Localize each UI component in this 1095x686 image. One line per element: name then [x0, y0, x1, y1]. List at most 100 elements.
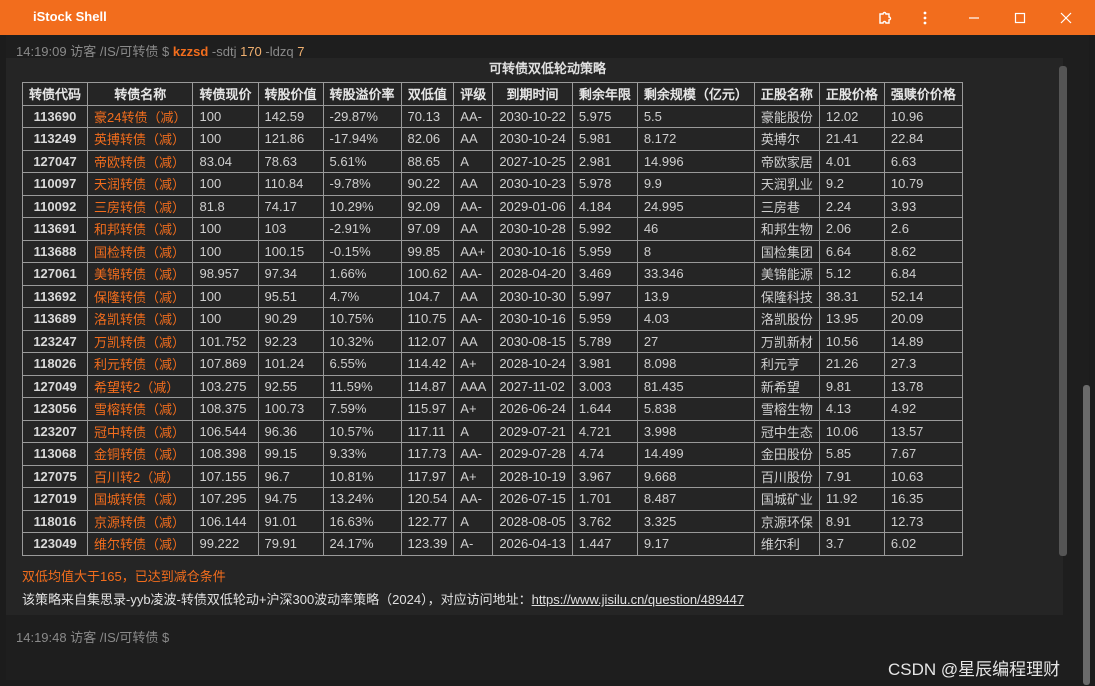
table-cell: 6.02 [883, 532, 963, 556]
table-cell: 74.17 [257, 194, 324, 218]
table-cell: 1.66% [322, 262, 402, 286]
table-cell: A [453, 149, 494, 173]
table-row: 113689 洛凯转债（减） 100 90.29 10.75% 110.75 AA- 2030… [21, 307, 963, 331]
source-link[interactable]: https://www.jisilu.cn/question/489447 [532, 592, 744, 607]
table-row: 127019 国城转债（减） 107.295 94.75 13.24% 120.54 AA-… [21, 487, 963, 511]
bond-code-cell: 113689 [21, 307, 89, 331]
table-cell: 100 [192, 172, 259, 196]
table-cell: 13.24% [322, 487, 402, 511]
table-cell: 90.22 [400, 172, 455, 196]
more-options-icon[interactable] [902, 0, 948, 35]
bond-name-cell: 国城转债（减） [87, 487, 194, 511]
table-cell: -0.15% [322, 239, 402, 263]
table-cell: 2030-10-30 [492, 284, 573, 308]
table-cell: 2030-10-23 [492, 172, 573, 196]
table-cell: 91.01 [257, 509, 324, 533]
bond-code-cell: 113249 [21, 127, 89, 151]
table-cell: 8.91 [818, 509, 885, 533]
table-cell: 洛凯股份 [753, 307, 820, 331]
table-cell: 帝欧家居 [753, 149, 820, 173]
column-header: 转债现价 [192, 82, 259, 106]
table-cell: 2030-10-22 [492, 104, 573, 128]
terminal-scrollbar-thumb[interactable] [1083, 385, 1090, 685]
table-cell: 92.23 [257, 329, 324, 353]
table-cell: AA- [453, 487, 494, 511]
table-cell: 2028-08-05 [492, 509, 573, 533]
command-value: 170 [240, 44, 262, 59]
table-cell: 4.92 [883, 397, 963, 421]
table-cell: 和邦生物 [753, 217, 820, 241]
bond-name-cell: 保隆转债（减） [87, 284, 194, 308]
table-cell: 103.275 [192, 374, 259, 398]
bond-name-cell: 三房转债（减） [87, 194, 194, 218]
table-cell: 5.975 [571, 104, 638, 128]
table-cell: 10.63 [883, 464, 963, 488]
column-header: 转股溢价率 [322, 82, 402, 106]
table-cell: 维尔利 [753, 532, 820, 556]
output-scrollbar[interactable] [1059, 66, 1067, 556]
bond-name-cell: 英搏转债（减） [87, 127, 194, 151]
table-cell: 2030-10-28 [492, 217, 573, 241]
table-cell: 114.87 [400, 374, 455, 398]
source-text: 该策略来自集思录-yyb凌波-转债双低轮动+沪深300波动率策略（2024），对… [22, 592, 532, 607]
command-line-2[interactable]: 14:19:48 访客 /IS/可转债 $ [16, 627, 169, 646]
table-cell: 9.668 [636, 464, 755, 488]
table-cell: 98.957 [192, 262, 259, 286]
table-cell: 90.29 [257, 307, 324, 331]
table-cell: 英搏尔 [753, 127, 820, 151]
table-cell: 115.97 [400, 397, 455, 421]
source-note: 该策略来自集思录-yyb凌波-转债双低轮动+沪深300波动率策略（2024），对… [22, 589, 744, 608]
table-cell: 2030-08-15 [492, 329, 573, 353]
table-cell: 100 [192, 239, 259, 263]
table-cell: 100 [192, 104, 259, 128]
bond-name-cell: 万凯转债（减） [87, 329, 194, 353]
table-cell: 10.75% [322, 307, 402, 331]
bond-name-cell: 和邦转债（减） [87, 217, 194, 241]
table-cell: -17.94% [322, 127, 402, 151]
table-cell: 100 [192, 284, 259, 308]
table-cell: 5.959 [571, 239, 638, 263]
bond-code-cell: 113692 [21, 284, 89, 308]
table-cell: 108.398 [192, 442, 259, 466]
bond-code-cell: 123207 [21, 419, 89, 443]
table-cell: A [453, 509, 494, 533]
table-cell: 4.7% [322, 284, 402, 308]
bond-name-cell: 希望转2（减） [87, 374, 194, 398]
table-cell: 保隆科技 [753, 284, 820, 308]
table-cell: 4.74 [571, 442, 638, 466]
maximize-icon[interactable] [997, 0, 1043, 35]
command-value: 7 [297, 44, 305, 59]
command-name: kzzsd [172, 44, 209, 59]
table-cell: 21.26 [818, 352, 885, 376]
bond-code-cell: 127061 [21, 262, 89, 286]
prompt-time: 14:19:48 [16, 630, 67, 645]
bond-code-cell: 118026 [21, 352, 89, 376]
column-header: 双低值 [400, 82, 455, 106]
table-cell: 107.295 [192, 487, 259, 511]
table-cell: 10.29% [322, 194, 402, 218]
minimize-icon[interactable] [951, 0, 997, 35]
table-row: 127075 百川转2（减） 107.155 96.7 10.81% 117.97 A+ 20… [21, 464, 963, 488]
table-cell: 1.447 [571, 532, 638, 556]
table-title: 可转债双低轮动策略 [488, 61, 606, 76]
bond-name-cell: 金铜转债（减） [87, 442, 194, 466]
table-cell: 5.838 [636, 397, 755, 421]
prompt-path: /IS/可转债 [99, 44, 159, 59]
column-header: 转股价值 [257, 82, 324, 106]
table-cell: 104.7 [400, 284, 455, 308]
table-cell: 6.64 [818, 239, 885, 263]
table-cell: AA- [453, 442, 494, 466]
table-cell: 2.6 [883, 217, 963, 241]
table-cell: 11.59% [322, 374, 402, 398]
window-title: iStock Shell [33, 9, 107, 24]
bond-name-cell: 豪24转债（减） [87, 104, 194, 128]
close-icon[interactable] [1043, 0, 1089, 35]
table-cell: 8.487 [636, 487, 755, 511]
table-cell: 5.789 [571, 329, 638, 353]
table-row: 123247 万凯转债（减） 101.752 92.23 10.32% 112.07 AA 2… [21, 329, 963, 353]
table-cell: 20.09 [883, 307, 963, 331]
table-row: 127047 帝欧转债（减） 83.04 78.63 5.61% 88.65 A 2027-1… [21, 149, 963, 173]
bond-code-cell: 113688 [21, 239, 89, 263]
table-cell: 110.84 [257, 172, 324, 196]
table-cell: 112.07 [400, 329, 455, 353]
